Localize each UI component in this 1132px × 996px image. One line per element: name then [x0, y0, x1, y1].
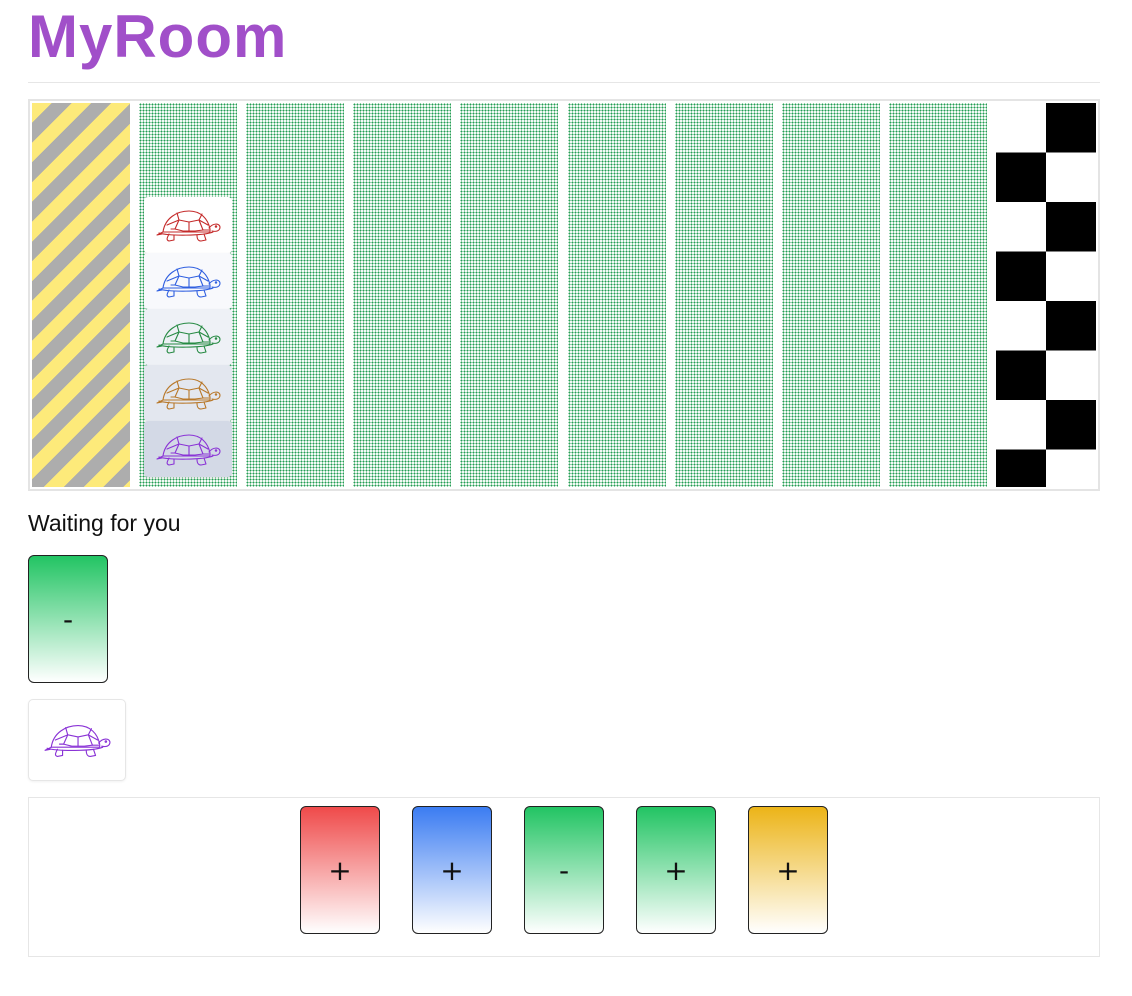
red-turtle-icon — [156, 210, 221, 242]
stack-slot-3 — [144, 309, 232, 365]
purple-turtle-icon — [44, 725, 111, 758]
header-divider — [28, 82, 1100, 83]
status-message: Waiting for you — [28, 510, 181, 536]
hand-card-green-plus[interactable]: + — [636, 806, 716, 934]
game-page: MyRoom Waiting for you - + + - + + — [0, 0, 1132, 996]
hand-card-blue-plus[interactable]: + — [412, 806, 492, 934]
blue-turtle-icon — [156, 266, 221, 298]
hand-card-green-minus[interactable]: - — [524, 806, 604, 934]
stack-slot-2 — [144, 253, 232, 309]
stack-slot-4 — [144, 365, 232, 421]
purple-turtle-icon — [156, 434, 221, 466]
stack-slot-5 — [144, 421, 232, 477]
hand-area: + + - + + — [28, 797, 1100, 957]
race-board — [28, 99, 1100, 491]
track-lane-7 — [782, 103, 880, 487]
played-card: - — [28, 555, 108, 683]
orange-turtle-icon — [156, 378, 221, 410]
finish-lane — [996, 103, 1096, 487]
track-lane-3 — [353, 103, 451, 487]
page-title: MyRoom — [28, 3, 288, 70]
green-turtle-icon — [156, 322, 221, 354]
stack-slot-1 — [144, 197, 232, 253]
hand-card-yellow-plus[interactable]: + — [748, 806, 828, 934]
track-lane-8 — [889, 103, 987, 487]
track-lane-5 — [568, 103, 666, 487]
my-turtle-badge — [28, 699, 126, 781]
hand-card-red-plus[interactable]: + — [300, 806, 380, 934]
start-lane — [32, 103, 130, 487]
track-lane-2 — [246, 103, 344, 487]
track-lane-6 — [675, 103, 773, 487]
turtle-stack — [144, 197, 232, 477]
track-lane-4 — [460, 103, 558, 487]
